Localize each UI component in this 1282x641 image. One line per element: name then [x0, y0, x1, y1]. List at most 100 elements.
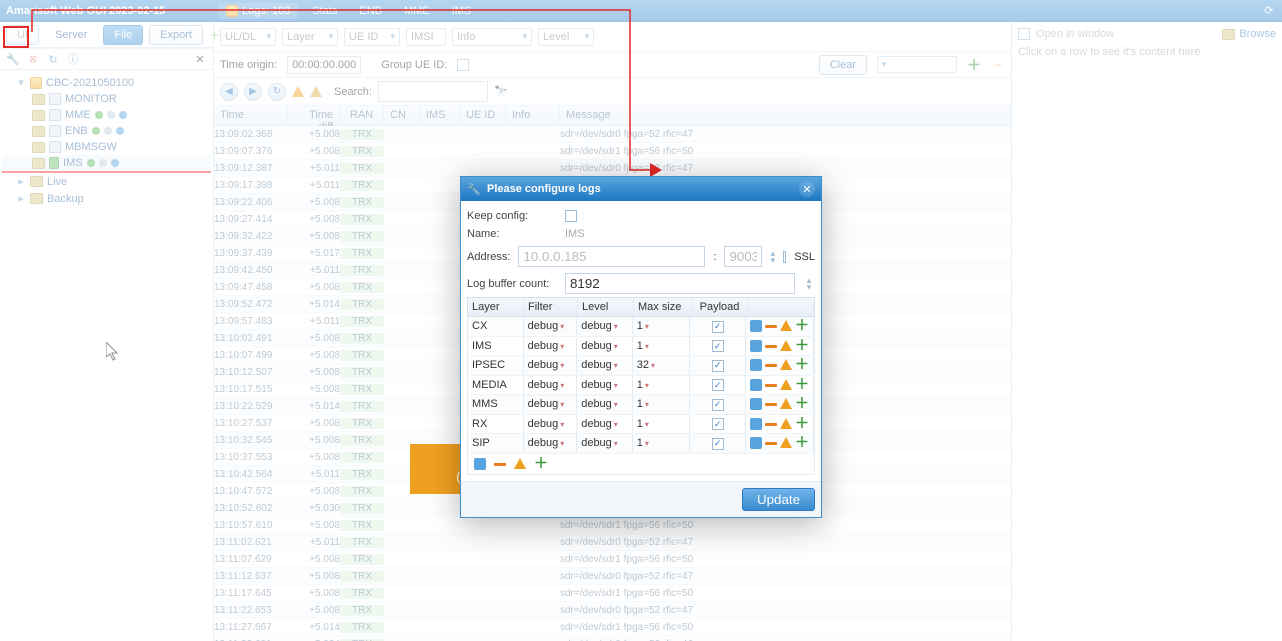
hdr-level[interactable]: Level	[578, 298, 634, 316]
stop-icon[interactable]: ⦻	[26, 52, 40, 66]
update-button[interactable]: Update	[742, 488, 815, 511]
nav-next-icon[interactable]: ▶	[244, 83, 262, 101]
binoculars-icon[interactable]: 🔭	[494, 85, 508, 99]
cell-filter[interactable]: debug▾	[524, 356, 578, 374]
refresh-icon[interactable]: ⟳	[1262, 4, 1276, 18]
delete-icon[interactable]	[765, 325, 777, 328]
edit-icon[interactable]	[750, 340, 762, 352]
cell-payload[interactable]: ✓	[690, 434, 746, 453]
remove-profile-icon[interactable]: –	[991, 58, 1005, 72]
filter-ueid[interactable]: UE ID▾	[344, 28, 400, 46]
log-row[interactable]: 13:11:17.645+5.008TRXsdr=/dev/sdr1 fpga=…	[214, 585, 1011, 602]
filter-info[interactable]: Info▾	[452, 28, 532, 46]
edit-icon[interactable]	[750, 320, 762, 332]
search-input[interactable]	[378, 81, 488, 102]
delete-icon[interactable]	[765, 403, 777, 406]
log-row[interactable]: 13:11:22.653+5.008TRXsdr=/dev/sdr0 fpga=…	[214, 602, 1011, 619]
cell-max[interactable]: 1▾	[633, 415, 691, 433]
edit-icon[interactable]	[750, 398, 762, 410]
log-row[interactable]: 13:10:57.610+5.008TRXsdr=/dev/sdr1 fpga=…	[214, 517, 1011, 534]
tab-mme[interactable]: MME	[396, 3, 438, 19]
delete-icon[interactable]	[765, 442, 777, 445]
tree-mme[interactable]: MME	[2, 107, 211, 123]
edit-all-icon[interactable]	[474, 458, 486, 470]
edit-icon[interactable]	[750, 359, 762, 371]
filter-layer[interactable]: Layer▾	[282, 28, 338, 46]
profile-combo[interactable]: ▾	[877, 56, 957, 73]
col-info[interactable]: Info	[506, 106, 560, 125]
pencil-icon[interactable]	[99, 159, 107, 167]
cell-level[interactable]: debug▾	[577, 337, 633, 355]
delete-all-icon[interactable]	[494, 463, 506, 466]
col-cn[interactable]: CN	[384, 106, 420, 125]
action-icon[interactable]	[111, 159, 119, 167]
log-row[interactable]: 13:09:07.376+5.008TRXsdr=/dev/sdr1 fpga=…	[214, 143, 1011, 160]
col-ims[interactable]: IMS	[420, 106, 460, 125]
cell-filter[interactable]: debug▾	[524, 317, 578, 335]
warn-icon[interactable]	[780, 320, 792, 331]
warn-icon[interactable]	[780, 379, 792, 390]
cell-max[interactable]: 1▾	[633, 317, 691, 335]
delete-icon[interactable]	[765, 423, 777, 426]
log-row[interactable]: 13:09:12.387+5.011TRXsdr=/dev/sdr0 fpga=…	[214, 160, 1011, 177]
plus-icon[interactable]: ＋	[795, 359, 809, 371]
tree-mbmsgw[interactable]: MBMSGW	[2, 139, 211, 155]
buf-spinner[interactable]: ▴▾	[803, 277, 815, 291]
plus-icon[interactable]: ＋	[795, 418, 809, 430]
action-icon[interactable]	[116, 127, 124, 135]
cell-payload[interactable]: ✓	[690, 395, 746, 414]
filter-uldl[interactable]: UL/DL▾	[220, 28, 276, 46]
port-spinner[interactable]: ▴▾	[770, 250, 775, 264]
ssl-checkbox[interactable]	[783, 251, 786, 263]
pencil-icon[interactable]	[104, 127, 112, 135]
tab-server[interactable]: Server	[45, 26, 97, 44]
keep-config-checkbox[interactable]	[565, 210, 577, 222]
warn-icon-2[interactable]	[310, 86, 322, 97]
warn-icon[interactable]	[780, 359, 792, 370]
cell-payload[interactable]: ✓	[690, 356, 746, 375]
add-all-icon[interactable]: ＋	[534, 458, 548, 470]
hdr-layer[interactable]: Layer	[468, 298, 524, 316]
cell-level[interactable]: debug▾	[577, 415, 633, 433]
cell-level[interactable]: debug▾	[577, 434, 633, 452]
group-ue-checkbox[interactable]	[457, 59, 469, 71]
add-profile-icon[interactable]: ＋	[967, 58, 981, 72]
address-input[interactable]	[518, 246, 705, 267]
tree-ims[interactable]: IMS	[2, 155, 211, 173]
warn-icon[interactable]	[780, 437, 792, 448]
buf-input[interactable]	[565, 273, 795, 294]
warn-icon[interactable]	[780, 398, 792, 409]
warn-icon[interactable]	[780, 340, 792, 351]
edit-icon[interactable]	[750, 379, 762, 391]
tree-enb[interactable]: ENB	[2, 123, 211, 139]
cell-max[interactable]: 1▾	[633, 395, 691, 413]
log-row[interactable]: 13:11:02.621+5.011TRXsdr=/dev/sdr0 fpga=…	[214, 534, 1011, 551]
log-row[interactable]: 13:11:27.667+5.014TRXsdr=/dev/sdr1 fpga=…	[214, 619, 1011, 636]
tree-backup[interactable]: ▸Backup	[2, 190, 211, 207]
cell-level[interactable]: debug▾	[577, 376, 633, 394]
nav-prev-icon[interactable]: ◀	[220, 83, 238, 101]
hdr-filter[interactable]: Filter	[524, 298, 578, 316]
plus-icon[interactable]: ＋	[795, 398, 809, 410]
cell-filter[interactable]: debug▾	[524, 337, 578, 355]
action-icon[interactable]	[119, 111, 127, 119]
cell-filter[interactable]: debug▾	[524, 395, 578, 413]
tab-stats[interactable]: Stats	[304, 3, 345, 19]
log-row[interactable]: 13:11:32.691+5.024TRXsdr=/dev/sdr0 fpga=…	[214, 636, 1011, 641]
filter-imsi[interactable]: IMSI	[406, 28, 446, 46]
col-ran[interactable]: RAN	[340, 106, 384, 125]
edit-icon[interactable]	[750, 437, 762, 449]
delete-icon[interactable]	[765, 345, 777, 348]
log-row[interactable]: 13:11:07.629+5.008TRXsdr=/dev/sdr1 fpga=…	[214, 551, 1011, 568]
col-timediff[interactable]: Time diff	[288, 106, 340, 125]
cell-level[interactable]: debug▾	[577, 395, 633, 413]
export-button[interactable]: Export	[149, 25, 203, 45]
delete-icon[interactable]	[765, 384, 777, 387]
cell-payload[interactable]: ✓	[690, 317, 746, 336]
browse-link[interactable]: Browse	[1239, 28, 1276, 40]
port-input[interactable]	[724, 246, 762, 267]
tab-file[interactable]: File	[103, 25, 143, 45]
delete-icon[interactable]	[765, 364, 777, 367]
cell-max[interactable]: 32▾	[633, 356, 691, 374]
tab-ims[interactable]: IMS	[444, 3, 480, 19]
